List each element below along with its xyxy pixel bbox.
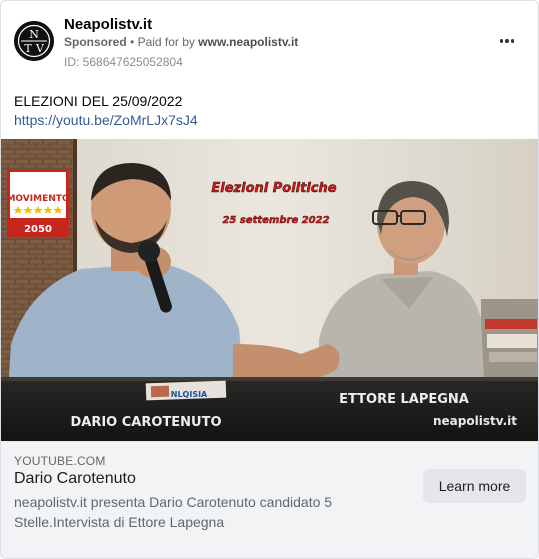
paid-for-label: Paid for by [137,35,195,49]
movimento-logo: MOVIMENTO 2050 [6,169,70,237]
avatar-letter-t: T [24,42,32,55]
ellipsis-icon [510,39,515,43]
link-domain: YOUTUBE.COM [14,454,106,468]
paid-for-entity[interactable]: www.neapolistv.it [198,35,298,49]
logo-text-year: 2050 [24,224,52,235]
magazine-text: NLQISIA [171,390,208,399]
post-text: ELEZIONI DEL 25/09/2022 [14,93,183,109]
link-title[interactable]: Dario Carotenuto [14,470,136,488]
table [1,379,538,441]
video-watermark: neapolistv.it [433,414,517,428]
post-header: N T V Neapolistv.it Sponsored • Paid for… [1,1,538,81]
page-avatar[interactable]: N T V [14,21,54,61]
learn-more-button[interactable]: Learn more [423,469,526,503]
avatar-letter-n: N [29,28,39,41]
sponsor-line: Sponsored • Paid for by www.neapolistv.i… [64,35,298,49]
avatar-letter-v: V [35,42,45,55]
ellipsis-icon [505,39,509,43]
ellipsis-icon [499,39,504,43]
sponsored-label[interactable]: Sponsored [64,35,127,49]
video-frame: MOVIMENTO 2050 Elezioni Politiche 25 set… [1,139,538,441]
page-name[interactable]: Neapolistv.it [64,16,152,33]
link-description: neapolistv.it presenta Dario Carotenuto … [14,494,333,530]
caption-name-left: DARIO CAROTENUTO [70,415,221,430]
ad-id: ID: 568647625052804 [64,55,183,69]
ntv-logo-icon: N T V [14,21,54,61]
video-title-line2: 25 settembre 2022 [222,215,329,226]
logo-text-movimento: MOVIMENTO [6,194,69,204]
caption-name-right: ETTORE LAPEGNA [339,392,469,407]
meta-separator: • [130,35,135,49]
more-options-button[interactable] [494,29,520,53]
video-title-line1: Elezioni Politiche [211,181,336,196]
magazine: NLQISIA [145,380,227,401]
video-thumbnail[interactable]: MOVIMENTO 2050 Elezioni Politiche 25 set… [1,139,538,441]
sponsored-post-card: N T V Neapolistv.it Sponsored • Paid for… [0,0,539,559]
link-preview[interactable]: YOUTUBE.COM Dario Carotenuto neapolistv.… [1,441,538,558]
post-link[interactable]: https://youtu.be/ZoMrLJx7sJ4 [14,111,198,130]
